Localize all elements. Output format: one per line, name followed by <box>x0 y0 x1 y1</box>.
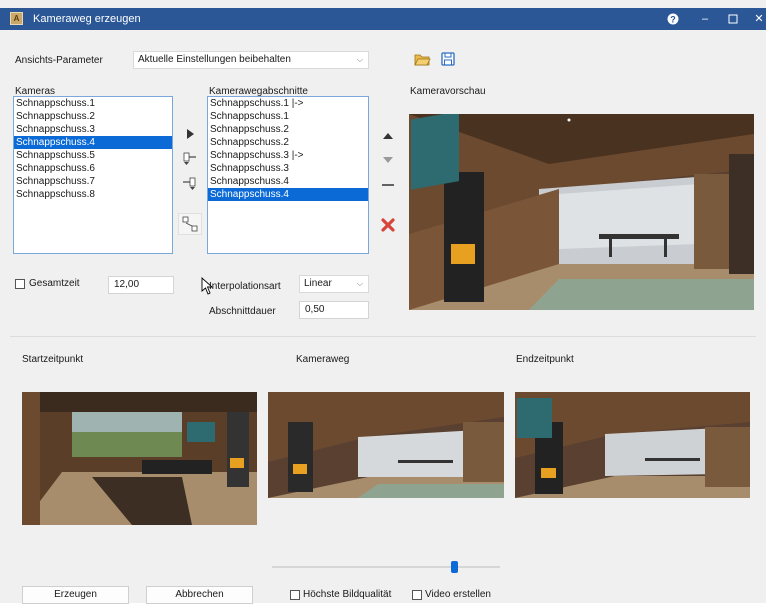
window-title: Kameraweg erzeugen <box>33 13 141 25</box>
app-icon: A <box>10 12 23 25</box>
interpolation-label: Interpolationsart <box>209 281 281 292</box>
camera-list-item[interactable]: Schnappschuss.1 <box>14 97 172 110</box>
end-time-label: Endzeitpunkt <box>516 354 574 365</box>
best-quality-checkbox[interactable] <box>290 590 300 600</box>
time-slider[interactable] <box>272 561 500 573</box>
remove-segment-icon[interactable] <box>377 175 399 195</box>
segment-list-item[interactable]: Schnappschuss.4 <box>208 188 368 201</box>
interpolation-select[interactable]: Linear ⌵ <box>299 275 369 293</box>
mouse-cursor-icon <box>200 276 214 295</box>
cancel-button[interactable]: Abbrechen <box>146 586 253 604</box>
camera-list-item[interactable]: Schnappschuss.5 <box>14 149 172 162</box>
slider-thumb[interactable] <box>451 561 458 573</box>
segment-duration-input[interactable]: 0,50 <box>299 301 369 319</box>
camera-preview-image <box>409 114 754 310</box>
interpolation-value: Linear <box>304 278 332 289</box>
camera-list-item[interactable]: Schnappschuss.6 <box>14 162 172 175</box>
move-up-icon[interactable] <box>377 126 399 146</box>
camera-list-item[interactable]: Schnappschuss.4 <box>14 136 172 149</box>
segment-list-item[interactable]: Schnappschuss.1 <box>208 110 368 123</box>
chevron-down-icon: ⌵ <box>356 279 363 288</box>
insert-after-icon[interactable] <box>178 173 202 195</box>
total-time-input[interactable]: 12,00 <box>108 276 174 294</box>
start-time-image <box>22 392 257 525</box>
generate-button[interactable]: Erzeugen <box>22 586 129 604</box>
create-video-checkbox[interactable] <box>412 590 422 600</box>
insert-before-icon[interactable] <box>178 148 202 170</box>
create-video-label: Video erstellen <box>425 589 491 600</box>
segment-list-item[interactable]: Schnappschuss.2 <box>208 123 368 136</box>
move-down-icon[interactable] <box>377 150 399 170</box>
best-quality-label: Höchste Bildqualität <box>303 589 392 600</box>
open-folder-icon[interactable] <box>413 50 431 68</box>
camera-list-item[interactable]: Schnappschuss.3 <box>14 123 172 136</box>
view-params-value: Aktuelle Einstellungen beibehalten <box>138 54 291 65</box>
title-bar[interactable]: A Kameraweg erzeugen ? – ✕ <box>0 8 766 30</box>
segment-list-item[interactable]: Schnappschuss.4 <box>208 175 368 188</box>
view-params-label: Ansichts-Parameter <box>15 55 103 66</box>
segment-list-item[interactable]: Schnappschuss.3 <box>208 162 368 175</box>
close-icon[interactable]: ✕ <box>748 10 766 28</box>
start-time-label: Startzeitpunkt <box>22 354 84 365</box>
camera-list-item[interactable]: Schnappschuss.2 <box>14 110 172 123</box>
segment-list-item[interactable]: Schnappschuss.1 |-> <box>208 97 368 110</box>
segment-list-item[interactable]: Schnappschuss.3 |-> <box>208 149 368 162</box>
total-time-checkbox[interactable] <box>15 279 25 289</box>
chevron-down-icon: ⌵ <box>356 55 363 64</box>
end-time-image <box>515 392 750 498</box>
total-time-label: Gesamtzeit <box>29 278 80 289</box>
save-icon[interactable] <box>439 50 457 68</box>
cameras-list[interactable]: Schnappschuss.1 Schnappschuss.2 Schnappsch… <box>13 96 173 254</box>
segment-list-item[interactable]: Schnappschuss.2 <box>208 136 368 149</box>
help-icon[interactable]: ? <box>662 10 684 28</box>
dialog-window: A Kameraweg erzeugen ? – ✕ Ansichts-Para… <box>0 0 766 604</box>
swap-icon[interactable] <box>178 213 202 235</box>
camera-list-item[interactable]: Schnappschuss.7 <box>14 175 172 188</box>
camera-path-label: Kameraweg <box>296 354 350 365</box>
segment-duration-label: Abschnittdauer <box>209 306 276 317</box>
minimize-icon[interactable]: – <box>694 10 716 28</box>
camera-path-image <box>268 392 504 498</box>
preview-label: Kameravorschau <box>410 86 486 97</box>
add-arrow-button[interactable] <box>178 123 202 145</box>
segments-list[interactable]: Schnappschuss.1 |-> Schnappschuss.1 Schnap… <box>207 96 369 254</box>
camera-list-item[interactable]: Schnappschuss.8 <box>14 188 172 201</box>
maximize-icon[interactable] <box>722 10 744 28</box>
delete-icon[interactable] <box>377 215 399 235</box>
slider-track <box>272 566 500 568</box>
svg-text:?: ? <box>670 15 676 25</box>
view-params-select[interactable]: Aktuelle Einstellungen beibehalten ⌵ <box>133 51 369 69</box>
